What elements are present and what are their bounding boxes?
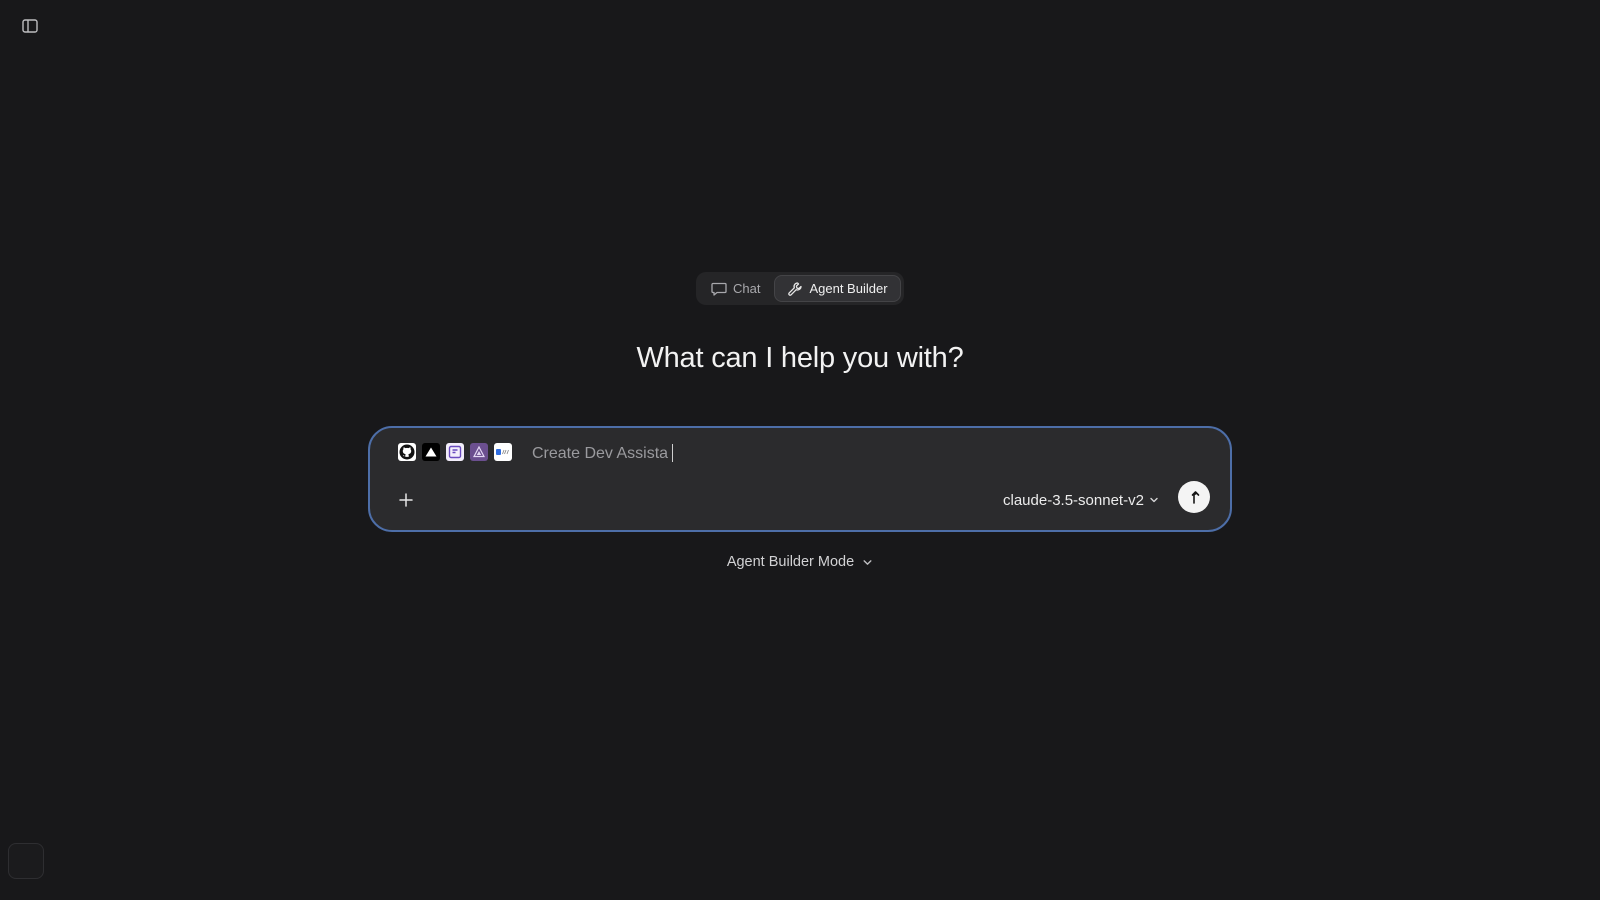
model-select-label: claude-3.5-sonnet-v2 [1003, 491, 1144, 509]
mode-dropdown-label: Agent Builder Mode [726, 554, 855, 570]
chevron-down-icon [863, 559, 872, 565]
corner-button[interactable] [8, 843, 44, 879]
notion-icon[interactable] [494, 443, 512, 461]
mode-dropdown: Agent Builder Mode [0, 554, 1600, 570]
wrench-icon [788, 281, 803, 296]
text-caret [672, 444, 673, 462]
plus-icon [399, 493, 413, 507]
mode-switch: Chat Agent Builder [696, 272, 904, 305]
add-attachment-button[interactable] [394, 488, 418, 512]
jira-icon[interactable] [446, 443, 464, 461]
chevron-down-icon [1150, 497, 1158, 503]
integration-icons [398, 443, 512, 461]
chat-bubble-icon [711, 282, 727, 296]
arrow-up-icon [1191, 491, 1200, 504]
page-headline: What can I help you with? [636, 342, 964, 374]
tab-chat-label: Chat [733, 281, 761, 296]
prompt-composer: claude-3.5-sonnet-v2 [368, 426, 1232, 532]
tab-chat[interactable]: Chat [699, 275, 772, 302]
tab-agent-builder-label: Agent Builder [809, 281, 888, 296]
sidebar-toggle-icon [22, 19, 38, 33]
send-button[interactable] [1178, 481, 1210, 513]
agent-builder-mode-dropdown[interactable]: Agent Builder Mode [727, 554, 873, 570]
vercel-icon[interactable] [422, 443, 440, 461]
tab-agent-builder[interactable]: Agent Builder [774, 275, 901, 302]
model-select[interactable]: claude-3.5-sonnet-v2 [1003, 489, 1159, 511]
linear-icon[interactable] [470, 443, 488, 461]
prompt-input[interactable] [532, 442, 1092, 466]
sidebar-toggle-button[interactable] [18, 16, 42, 36]
github-icon[interactable] [398, 443, 416, 461]
